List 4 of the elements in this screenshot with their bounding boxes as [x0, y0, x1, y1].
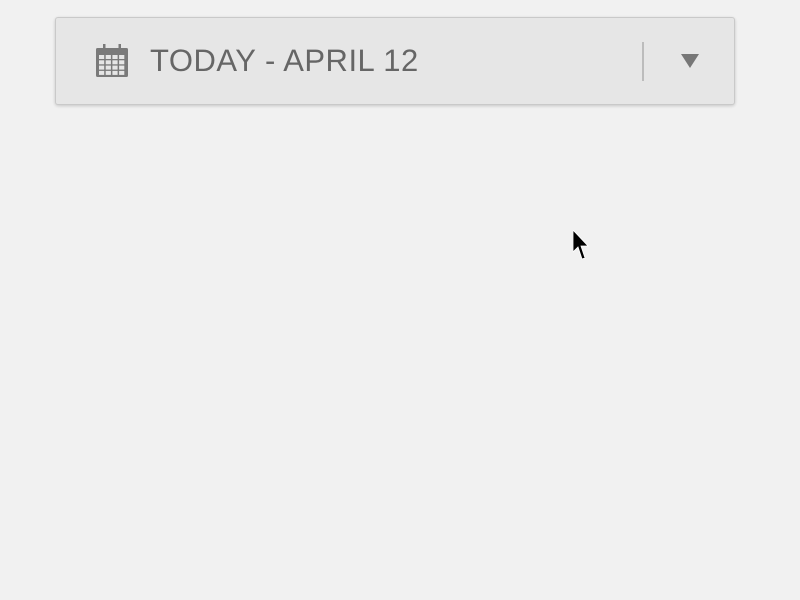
date-dropdown[interactable]: TODAY - APRIL 12: [55, 17, 735, 105]
mouse-pointer-icon: [573, 230, 589, 260]
caret-icon: [681, 54, 699, 68]
calendar-icon: [96, 44, 128, 76]
